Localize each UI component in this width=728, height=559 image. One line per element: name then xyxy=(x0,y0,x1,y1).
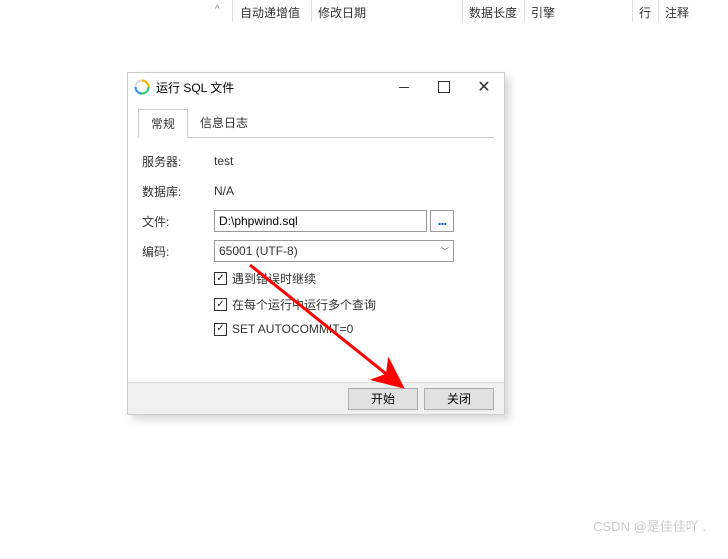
encoding-select[interactable]: 65001 (UTF-8) ﹀ xyxy=(214,240,454,262)
label-file: 文件: xyxy=(142,213,214,230)
check-autocommit-label: SET AUTOCOMMIT=0 xyxy=(232,322,353,336)
check-continue-label: 遇到错误时继续 xyxy=(232,270,316,287)
minimize-button[interactable] xyxy=(384,73,424,101)
checkbox-multi[interactable]: ✓ xyxy=(214,298,227,311)
browse-button[interactable]: ... xyxy=(430,210,454,232)
dialog-footer: 开始 关闭 xyxy=(128,382,504,414)
run-sql-dialog: 运行 SQL 文件 ✕ 常规 信息日志 服务器: test 数据库: N/A 文… xyxy=(127,72,505,415)
label-database: 数据库: xyxy=(142,183,214,200)
label-server: 服务器: xyxy=(142,153,214,170)
check-continue-row[interactable]: ✓ 遇到错误时继续 xyxy=(142,270,490,287)
tab-general[interactable]: 常规 xyxy=(138,109,188,138)
encoding-value: 65001 (UTF-8) xyxy=(219,244,298,258)
col-rows[interactable]: 行 xyxy=(639,4,651,21)
col-mod-date[interactable]: 修改日期 xyxy=(318,4,366,21)
checkbox-continue[interactable]: ✓ xyxy=(214,272,227,285)
check-multi-row[interactable]: ✓ 在每个运行中运行多个查询 xyxy=(142,296,490,313)
tab-log[interactable]: 信息日志 xyxy=(188,109,260,137)
col-engine[interactable]: 引擎 xyxy=(531,4,555,21)
chevron-down-icon: ﹀ xyxy=(441,246,449,257)
value-server: test xyxy=(214,154,490,168)
label-encoding: 编码: xyxy=(142,243,214,260)
dialog-title: 运行 SQL 文件 xyxy=(156,79,384,96)
tabs: 常规 信息日志 xyxy=(138,109,494,138)
maximize-button[interactable] xyxy=(424,73,464,101)
check-autocommit-row[interactable]: ✓ SET AUTOCOMMIT=0 xyxy=(142,322,490,336)
file-input[interactable] xyxy=(214,210,427,232)
close-button[interactable]: 关闭 xyxy=(424,388,494,410)
bg-columns-header: ^ 自动递增值 修改日期 数据长度 引擎 行 注释 xyxy=(0,0,728,24)
value-database: N/A xyxy=(214,184,490,198)
checkbox-autocommit[interactable]: ✓ xyxy=(214,323,227,336)
sort-caret-icon: ^ xyxy=(215,4,220,15)
start-button[interactable]: 开始 xyxy=(348,388,418,410)
check-multi-label: 在每个运行中运行多个查询 xyxy=(232,296,376,313)
close-window-button[interactable]: ✕ xyxy=(464,73,504,101)
app-icon xyxy=(134,79,150,95)
form-area: 服务器: test 数据库: N/A 文件: ... 编码: 65001 (UT… xyxy=(128,138,504,357)
watermark: CSDN @是佳佳吖 . xyxy=(593,516,706,535)
col-comment[interactable]: 注释 xyxy=(665,4,689,21)
titlebar: 运行 SQL 文件 ✕ xyxy=(128,73,504,101)
col-auto-inc[interactable]: 自动递增值 xyxy=(240,4,300,21)
col-data-len[interactable]: 数据长度 xyxy=(469,4,517,21)
